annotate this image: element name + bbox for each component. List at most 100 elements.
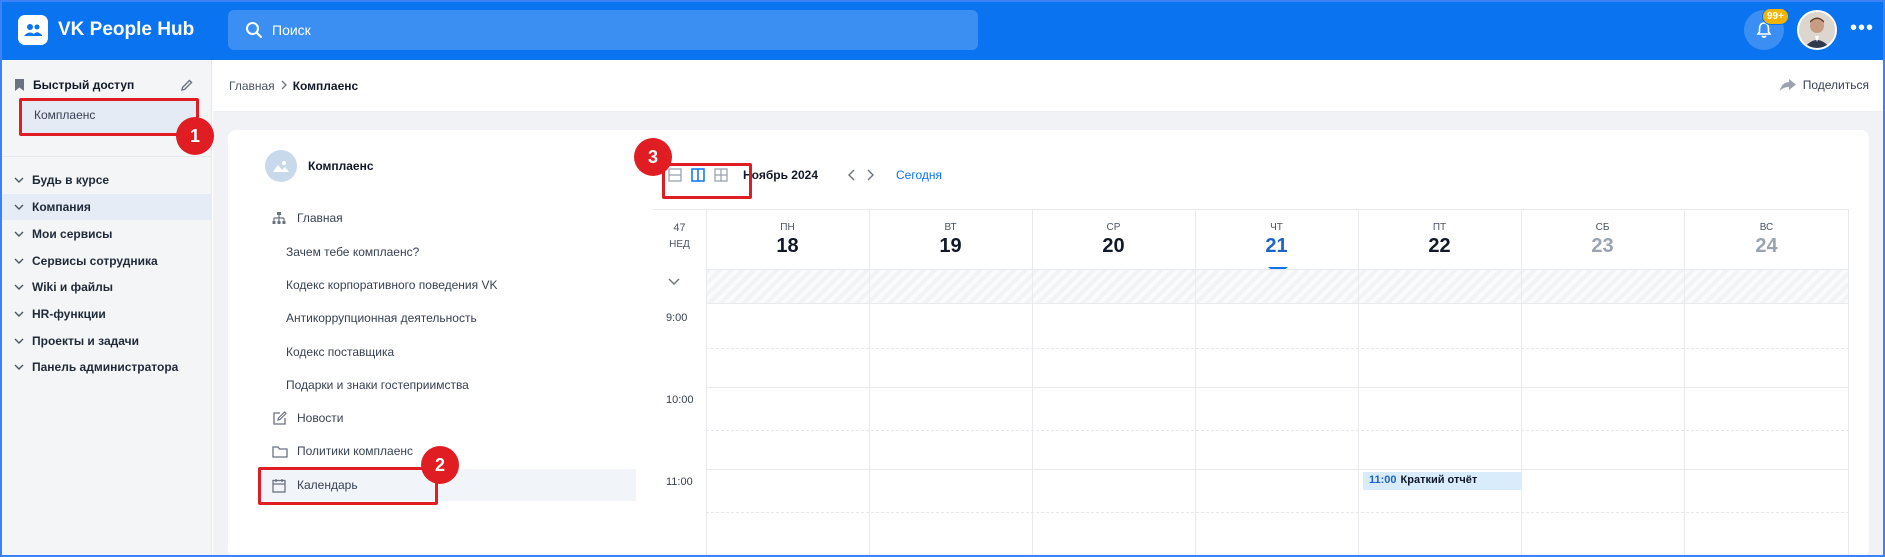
more-icon[interactable]: ••• — [1850, 18, 1874, 38]
hour-line — [706, 469, 1849, 470]
chevron-down-icon — [14, 338, 24, 344]
annotation-marker-3: 3 — [634, 138, 672, 176]
day-name: пн — [780, 222, 795, 233]
calendar-nav — [848, 169, 884, 181]
grid-line — [869, 209, 870, 557]
day-name: пт — [1432, 222, 1447, 233]
day-name: ср — [1106, 222, 1121, 233]
search-bar[interactable] — [228, 10, 978, 50]
calendar-week-header: 47 НЕД пн 18 вт 19 ср 20 чт 21 пт 22 сб … — [653, 209, 1849, 269]
sidebar-item-label: Сервисы сотрудника — [32, 254, 158, 268]
chevron-down-icon — [14, 311, 24, 317]
image-icon — [265, 150, 297, 182]
calendar-month-label: Ноябрь 2024 — [743, 168, 818, 182]
sidebar-item-employee-services[interactable]: Сервисы сотрудника — [0, 248, 212, 274]
sidebar-item-company[interactable]: Компания — [0, 194, 212, 220]
section-nav-code-of-conduct[interactable]: Кодекс корпоративного поведения VK — [258, 269, 636, 301]
sidebar-item-label: Панель администратора — [32, 360, 179, 374]
notification-badge: 99+ — [1762, 8, 1789, 25]
pencil-icon[interactable] — [180, 78, 194, 92]
section-header: Комплаенс — [265, 150, 374, 182]
section-title: Комплаенс — [308, 159, 374, 173]
search-input[interactable] — [272, 22, 952, 38]
section-nav-anti-corruption[interactable]: Антикоррупционная деятельность — [258, 302, 636, 334]
chevron-left-icon[interactable] — [848, 169, 856, 181]
day-header[interactable]: пн 18 — [706, 210, 869, 270]
half-hour-line — [706, 512, 1849, 513]
sidebar-item-hr[interactable]: HR-функции — [0, 301, 212, 327]
day-number: 19 — [939, 235, 962, 257]
grid-line — [706, 209, 707, 557]
day-number: 18 — [776, 235, 799, 257]
day-header[interactable]: сб 23 — [1521, 210, 1684, 270]
day-number: 20 — [1102, 235, 1125, 257]
day-header[interactable]: ср 20 — [1032, 210, 1195, 270]
share-icon — [1779, 79, 1796, 91]
day-header[interactable]: вт 19 — [869, 210, 1032, 270]
share-button[interactable]: Поделиться — [1779, 78, 1869, 92]
annotation-box-1 — [19, 98, 199, 136]
half-hour-line — [706, 348, 1849, 349]
grid-line — [1521, 209, 1522, 557]
chevron-down-icon — [14, 284, 24, 290]
annotation-box-2 — [258, 467, 438, 505]
annotation-box-3 — [662, 163, 752, 199]
share-label: Поделиться — [1802, 78, 1869, 92]
event-time: 11:00 — [1369, 474, 1397, 486]
hour-line — [706, 387, 1849, 388]
section-nav-supplier-code[interactable]: Кодекс поставщика — [258, 336, 636, 368]
day-header[interactable]: вс 24 — [1684, 210, 1849, 270]
quick-access-title: Быстрый доступ — [33, 78, 135, 92]
section-nav-label: Кодекс корпоративного поведения VK — [286, 278, 498, 292]
sidebar-item-label: Проекты и задачи — [32, 334, 139, 348]
chevron-right-icon[interactable] — [866, 169, 874, 181]
user-avatar[interactable] — [1797, 10, 1837, 50]
day-name: чт — [1270, 222, 1283, 233]
sidebar-item-label: Компания — [32, 200, 91, 214]
week-number: 47 — [673, 222, 686, 234]
section-nav-home[interactable]: Главная — [258, 202, 636, 234]
notifications-button[interactable]: 99+ — [1744, 8, 1789, 50]
chevron-down-icon — [14, 177, 24, 183]
sidebar-item-wiki[interactable]: Wiki и файлы — [0, 274, 212, 300]
grid-line — [1848, 209, 1849, 557]
breadcrumb-current: Комплаенс — [292, 79, 359, 93]
day-header[interactable]: пт 22 — [1358, 210, 1521, 270]
section-nav-label: Кодекс поставщика — [286, 345, 395, 359]
sidebar-item-stay-informed[interactable]: Будь в курсе — [0, 167, 212, 193]
app-logo[interactable]: VK People Hub — [18, 15, 194, 45]
sidebar-item-my-services[interactable]: Мои сервисы — [0, 221, 212, 247]
today-button[interactable]: Сегодня — [896, 168, 942, 182]
breadcrumb: Главная Комплаенс — [229, 79, 358, 93]
people-icon — [18, 15, 48, 45]
sidebar-item-admin[interactable]: Панель администратора — [0, 354, 212, 380]
sidebar-item-projects[interactable]: Проекты и задачи — [0, 328, 212, 354]
section-nav-why-compliance[interactable]: Зачем тебе комплаенс? — [258, 236, 636, 268]
day-number: 21 — [1265, 235, 1288, 257]
section-nav-label: Зачем тебе комплаенс? — [286, 245, 420, 259]
section-nav-news[interactable]: Новости — [258, 402, 636, 434]
sidebar-item-label: Будь в курсе — [32, 173, 110, 187]
section-nav-label: Антикоррупционная деятельность — [286, 311, 477, 325]
section-nav-label: Подарки и знаки гостеприимства — [286, 378, 469, 392]
section-nav-gifts[interactable]: Подарки и знаки гостеприимства — [258, 369, 636, 401]
chevron-down-icon[interactable] — [668, 278, 680, 286]
day-header-today[interactable]: чт 21 — [1195, 210, 1358, 270]
all-day-row[interactable] — [706, 269, 1849, 304]
day-number: 24 — [1755, 235, 1778, 257]
time-label: 9:00 — [666, 312, 688, 324]
week-label: НЕД — [669, 239, 690, 250]
annotation-marker-2: 2 — [421, 446, 459, 484]
event-title: Краткий отчёт — [1400, 474, 1478, 486]
section-nav-label: Главная — [297, 211, 343, 225]
time-label: 10:00 — [666, 394, 694, 406]
chevron-down-icon — [14, 364, 24, 370]
sidebar-item-label: Wiki и файлы — [32, 280, 114, 294]
half-hour-line — [706, 430, 1849, 431]
sidebar-item-label: HR-функции — [32, 307, 106, 321]
top-bar: VK People Hub 99+ ••• — [0, 0, 1885, 60]
chevron-right-icon — [281, 79, 287, 93]
sitemap-icon — [272, 211, 288, 225]
calendar-event[interactable]: 11:00 Краткий отчёт — [1363, 472, 1521, 490]
breadcrumb-home[interactable]: Главная — [229, 79, 275, 93]
